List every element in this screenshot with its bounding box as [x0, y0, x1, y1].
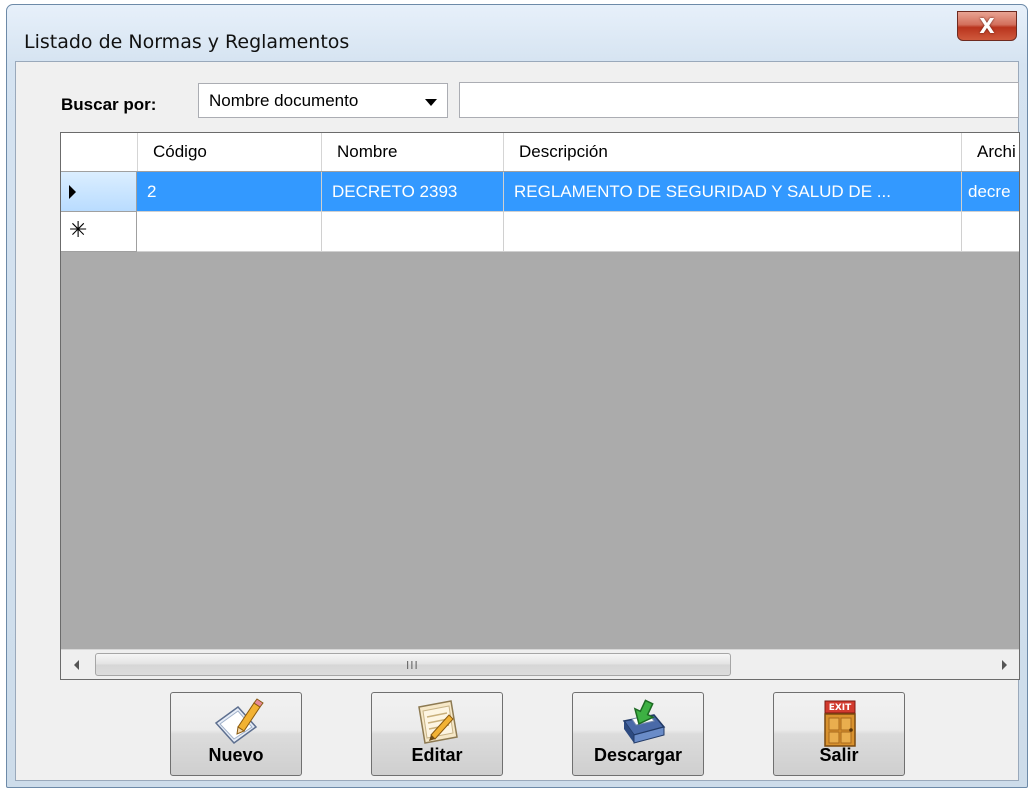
chevron-down-icon [425, 99, 437, 106]
cell-codigo[interactable] [137, 212, 322, 252]
current-row-arrow-icon [69, 185, 76, 199]
table-row[interactable]: 2 DECRETO 2393 REGLAMENTO DE SEGURIDAD Y… [61, 172, 1019, 212]
cell-descripcion[interactable]: REGLAMENTO DE SEGURIDAD Y SALUD DE ... [504, 172, 962, 212]
cell-codigo[interactable]: 2 [137, 172, 322, 212]
window-title: Listado de Normas y Reglamentos [24, 31, 350, 53]
form-client-area: Buscar por: Nombre documento Código Nomb… [15, 61, 1020, 781]
scroll-left-button[interactable] [61, 650, 91, 679]
main-window: Listado de Normas y Reglamentos X Buscar… [6, 4, 1028, 788]
edit-document-icon [409, 697, 465, 751]
salir-button[interactable]: EXIT Salir [773, 692, 905, 776]
cell-archivo[interactable] [962, 212, 1019, 252]
table-row-new[interactable]: ✳ [61, 212, 1019, 252]
search-by-label: Buscar por: [61, 95, 157, 114]
scrollbar-thumb[interactable]: III [95, 653, 731, 676]
salir-label: Salir [819, 745, 859, 765]
column-header-archivo[interactable]: Archi [962, 133, 1019, 171]
scroll-right-button[interactable] [989, 650, 1019, 679]
row-header-corner[interactable] [61, 133, 138, 171]
search-input[interactable] [459, 82, 1019, 118]
cell-nombre[interactable]: DECRETO 2393 [322, 172, 504, 212]
row-header[interactable] [61, 172, 137, 212]
editar-button[interactable]: Editar [371, 692, 503, 776]
exit-sign-text: EXIT [829, 703, 852, 713]
nuevo-button[interactable]: Nuevo [170, 692, 302, 776]
grid-header: Código Nombre Descripción Archi [61, 133, 1019, 172]
nuevo-label: Nuevo [208, 745, 264, 765]
search-field-selected-value: Nombre documento [209, 90, 359, 110]
row-header[interactable]: ✳ [61, 212, 137, 252]
grip-icon: III [406, 659, 419, 672]
column-header-codigo[interactable]: Código [138, 133, 322, 171]
download-printer-icon [610, 697, 666, 751]
column-header-descripcion[interactable]: Descripción [504, 133, 962, 171]
documents-grid[interactable]: Código Nombre Descripción Archi 2 DECRET… [60, 132, 1020, 680]
cell-nombre[interactable] [322, 212, 504, 252]
new-document-pencil-icon [208, 697, 264, 751]
editar-label: Editar [411, 745, 463, 765]
close-button[interactable]: X [957, 11, 1017, 41]
exit-door-icon: EXIT [811, 697, 867, 751]
cell-descripcion[interactable] [504, 212, 962, 252]
close-icon: X [979, 14, 995, 38]
descargar-button[interactable]: Descargar [572, 692, 704, 776]
horizontal-scrollbar[interactable]: III [61, 649, 1019, 679]
arrow-left-icon [73, 659, 79, 670]
arrow-right-icon [1001, 659, 1007, 670]
search-field-dropdown[interactable]: Nombre documento [198, 83, 448, 118]
cell-archivo[interactable]: decre [962, 172, 1019, 212]
new-row-asterisk-icon: ✳ [69, 218, 88, 243]
column-header-nombre[interactable]: Nombre [322, 133, 504, 171]
descargar-label: Descargar [593, 745, 683, 765]
